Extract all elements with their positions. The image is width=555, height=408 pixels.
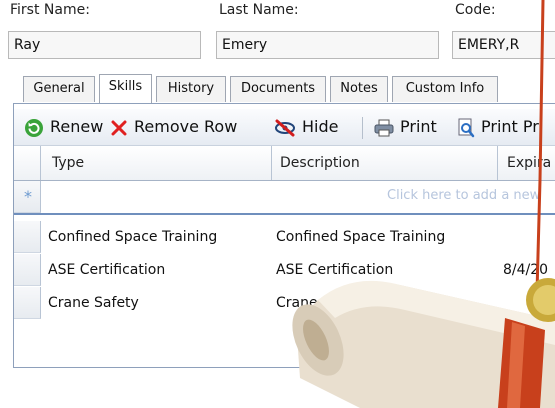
table-row[interactable]: Confined Space Training Confined Space T… — [14, 221, 555, 253]
cell-description: Crane Safety — [276, 295, 367, 311]
grid-toolbar: Renew Remove Row Hide Print Print Pr — [14, 109, 555, 146]
column-header-description[interactable]: Description — [280, 146, 360, 180]
toolbar-separator — [362, 117, 363, 139]
hide-button[interactable]: Hide — [274, 109, 338, 145]
asterisk-icon: * — [24, 187, 32, 206]
tab-notes[interactable]: Notes — [330, 76, 388, 102]
renew-label: Renew — [50, 117, 104, 136]
renew-button[interactable]: Renew — [24, 109, 103, 145]
printer-icon — [374, 119, 394, 136]
cell-type: Confined Space Training — [48, 229, 218, 245]
column-divider — [497, 146, 498, 180]
hide-icon — [275, 119, 295, 136]
print-preview-label: Print Pr — [481, 117, 539, 136]
first-name-field[interactable]: Ray — [8, 31, 201, 59]
code-label: Code: — [455, 2, 496, 18]
row-selector[interactable] — [14, 254, 41, 286]
new-row[interactable]: * Click here to add a new — [14, 181, 555, 215]
cell-type: Crane Safety — [48, 295, 139, 311]
last-name-field[interactable]: Emery — [216, 31, 439, 59]
grid-header: Type Description Expira — [14, 146, 555, 181]
print-preview-icon — [458, 118, 475, 137]
column-divider — [271, 146, 272, 180]
table-row[interactable]: ASE Certification ASE Certification 8/4/… — [14, 254, 555, 286]
cell-description: Confined Space Training — [276, 229, 446, 245]
tab-documents[interactable]: Documents — [230, 76, 326, 102]
tab-bar: General Skills History Documents Notes C… — [23, 74, 555, 104]
print-preview-button[interactable]: Print Pr — [457, 109, 539, 145]
remove-row-button[interactable]: Remove Row — [110, 109, 237, 145]
row-selector[interactable] — [14, 221, 41, 253]
cell-description: ASE Certification — [276, 262, 394, 278]
tab-skills[interactable]: Skills — [99, 74, 152, 104]
last-name-label: Last Name: — [219, 2, 299, 18]
column-header-expiration[interactable]: Expira — [507, 146, 551, 180]
tab-history[interactable]: History — [156, 76, 226, 102]
tab-general[interactable]: General — [23, 76, 95, 102]
hide-label: Hide — [302, 117, 339, 136]
remove-row-label: Remove Row — [134, 117, 238, 136]
first-name-label: First Name: — [10, 2, 90, 18]
cell-expiration: 8/4/20 — [503, 262, 549, 278]
renew-icon — [25, 118, 43, 137]
tab-custom-info[interactable]: Custom Info — [392, 76, 498, 102]
column-header-type[interactable]: Type — [52, 146, 84, 180]
print-label: Print — [400, 117, 437, 136]
row-selector-header — [14, 146, 41, 180]
remove-x-icon — [111, 120, 127, 135]
print-button[interactable]: Print — [374, 109, 437, 145]
code-field[interactable]: EMERY,R — [452, 31, 555, 59]
cell-type: ASE Certification — [48, 262, 166, 278]
row-selector[interactable] — [14, 287, 41, 319]
table-row[interactable]: Crane Safety Crane Safety — [14, 287, 555, 319]
add-new-row-hint[interactable]: Click here to add a new — [387, 188, 540, 203]
